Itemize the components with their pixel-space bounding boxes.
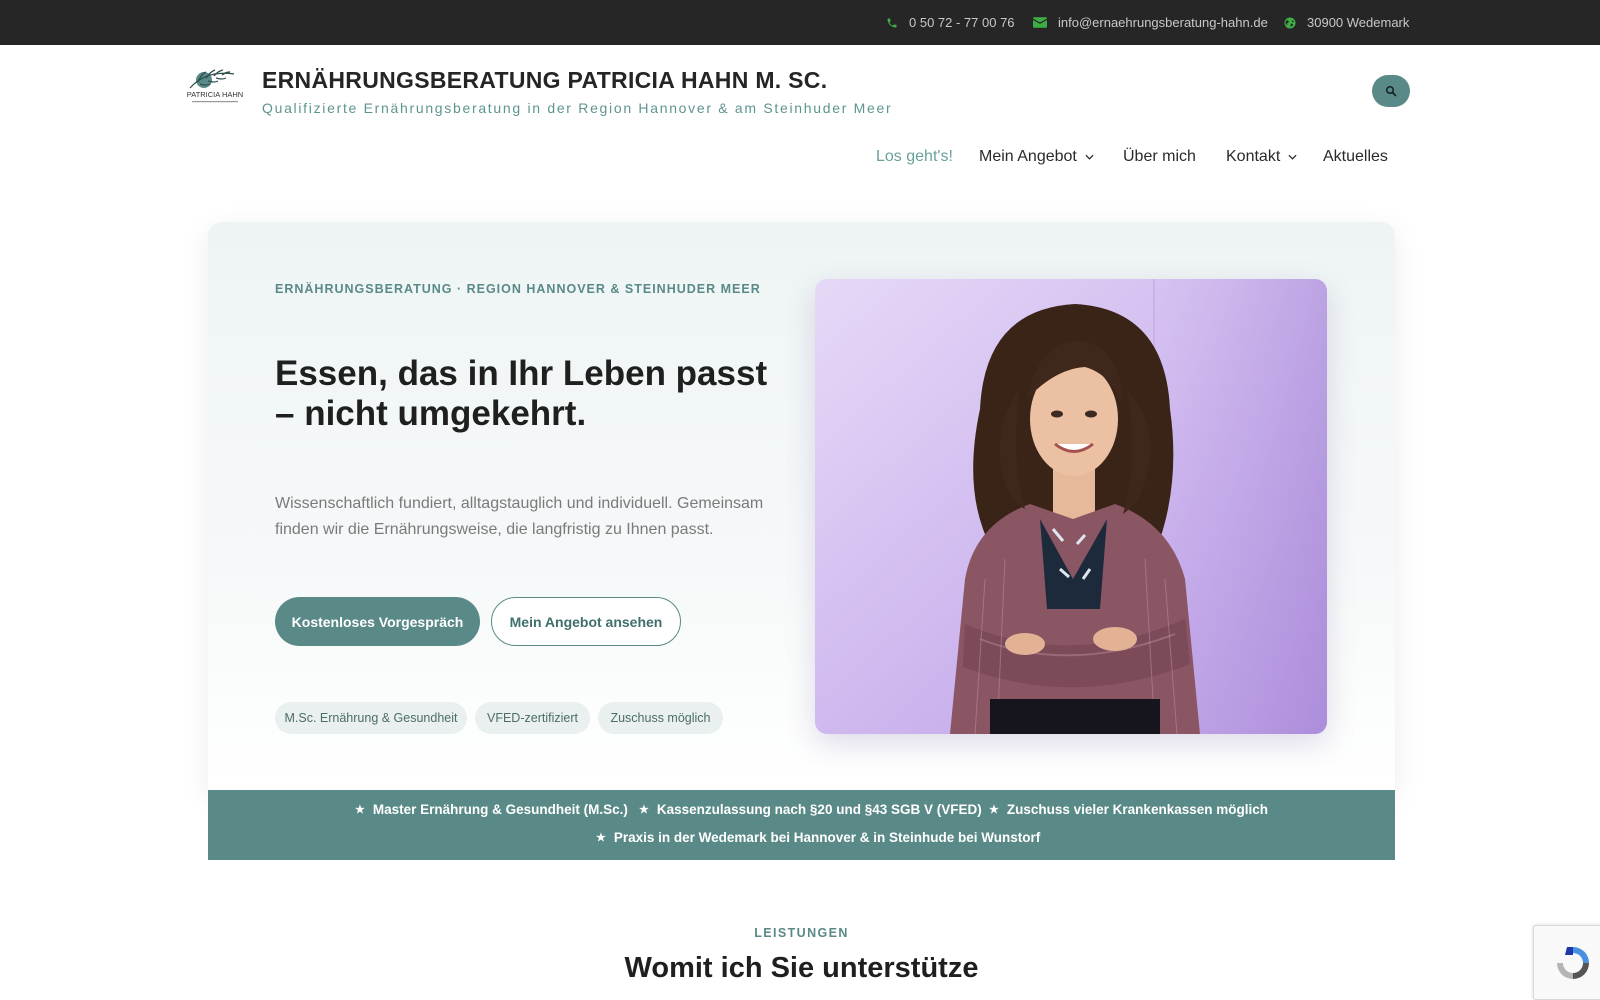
trust-item-label: Master Ernährung & Gesundheit (M.Sc.): [372, 802, 628, 817]
portrait-photo: [815, 279, 1327, 734]
trust-item-label: Zuschuss vieler Krankenkassen möglich: [1006, 802, 1268, 817]
services-title: Womit ich Sie unterstütze: [624, 952, 979, 984]
search-button[interactable]: [1372, 75, 1410, 107]
trust-item: ★ Master Ernährung & Gesundheit (M.Sc.): [355, 802, 628, 817]
site-tagline: Qualifizierte Ernährungsberatung in der …: [262, 100, 893, 116]
trust-band: [208, 790, 1395, 860]
star-icon: ★: [355, 804, 365, 816]
top-contact-bar: 0 50 72 - 77 00 76 info@ernaehrungsberat…: [0, 0, 1600, 45]
nav-label: Mein Angebot: [979, 148, 1077, 165]
trust-item: ★ Zuschuss vieler Krankenkassen möglich: [989, 802, 1268, 817]
nav-item-kontakt[interactable]: Kontakt: [1226, 146, 1297, 168]
trust-item: ★ Kassenzulassung nach §20 und §43 SGB V…: [639, 802, 982, 817]
trust-item: ★ Praxis in der Wedemark bei Hannover & …: [596, 830, 1040, 845]
phone-number: 0 50 72 - 77 00 76: [909, 15, 1015, 30]
search-icon: [1386, 86, 1397, 97]
star-icon: ★: [596, 832, 606, 844]
nav-item-ueber-mich[interactable]: Über mich: [1123, 146, 1196, 168]
recaptcha-badge[interactable]: [1533, 925, 1600, 1000]
nav-item-los-gehts[interactable]: Los geht's!: [876, 146, 953, 168]
star-icon: ★: [989, 804, 999, 816]
chip-zuschuss: Zuschuss möglich: [598, 702, 723, 734]
trust-item-label: Kassenzulassung nach §20 und §43 SGB V (…: [656, 802, 982, 817]
envelope-icon: [1033, 17, 1047, 28]
nav-item-aktuelles[interactable]: Aktuelles: [1323, 146, 1388, 168]
services-eyebrow: LEISTUNGEN: [754, 926, 849, 940]
hero-lead-text: Wissenschaftlich fundiert, alltagstaugli…: [275, 495, 764, 538]
nav-label: Kontakt: [1226, 148, 1281, 165]
globe-icon: [1284, 17, 1296, 28]
chevron-down-icon: [1085, 154, 1094, 160]
nav-item-mein-angebot[interactable]: Mein Angebot: [979, 146, 1094, 168]
leaf-logo-icon: [189, 69, 235, 89]
nav-label: Über mich: [1123, 148, 1196, 165]
recaptcha-icon: [1557, 946, 1589, 979]
phone-icon: [887, 18, 897, 27]
topbar-email[interactable]: info@ernaehrungsberatung-hahn.de: [1033, 0, 1268, 45]
location-text: 30900 Wedemark: [1307, 15, 1410, 30]
chip-msc: M.Sc. Ernährung & Gesundheit: [275, 702, 467, 734]
email-address: info@ernaehrungsberatung-hahn.de: [1058, 15, 1268, 30]
logo-text: PATRICIA HAHN: [187, 90, 243, 99]
nav-label: Los geht's!: [876, 148, 953, 165]
chip-vfed: VFED-zertifiziert: [475, 702, 590, 734]
star-icon: ★: [639, 804, 649, 816]
topbar-location: 30900 Wedemark: [1284, 0, 1409, 45]
view-offer-button[interactable]: Mein Angebot ansehen: [491, 597, 681, 646]
nav-label: Aktuelles: [1323, 148, 1388, 165]
hero-headline: Essen, das in Ihr Leben passt – nicht um…: [275, 354, 768, 433]
chevron-down-icon: [1288, 154, 1297, 160]
hero-eyebrow: ERNÄHRUNGSBERATUNG · REGION HANNOVER & S…: [275, 282, 761, 296]
site-logo[interactable]: PATRICIA HAHN: [186, 66, 244, 106]
free-consultation-button[interactable]: Kostenloses Vorgespräch: [275, 597, 480, 646]
site-title[interactable]: ERNÄHRUNGSBERATUNG PATRICIA HAHN M. SC.: [262, 67, 827, 94]
topbar-phone[interactable]: 0 50 72 - 77 00 76: [886, 0, 1015, 45]
trust-item-label: Praxis in der Wedemark bei Hannover & in…: [613, 830, 1041, 845]
